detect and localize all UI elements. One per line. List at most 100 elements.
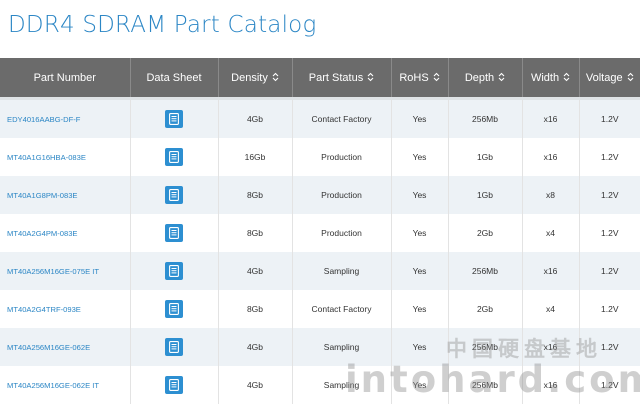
- column-header-label: RoHS: [399, 71, 429, 84]
- cell-density: 4Gb: [217, 328, 292, 366]
- page-title: DDR4 SDRAM Part Catalog: [8, 12, 317, 38]
- table-row: MT40A2G4PM-083E 8Gb Production Yes 2Gb x4 1.2V: [0, 214, 640, 252]
- cell-part-status: Production: [291, 138, 391, 176]
- datasheet-button[interactable]: [165, 338, 183, 356]
- part-number-link[interactable]: MT40A1G8PM-083E: [7, 191, 77, 200]
- cell-part-number: MT40A256M16GE-062E: [0, 328, 130, 366]
- cell-part-status: Production: [291, 214, 391, 252]
- cell-data-sheet: [129, 138, 218, 176]
- column-header-label: Depth: [464, 71, 495, 84]
- sort-updown-icon[interactable]: [498, 72, 505, 82]
- cell-part-number: MT40A1G8PM-083E: [0, 176, 130, 214]
- cell-voltage: 1.2V: [578, 97, 640, 138]
- column-header-label: Voltage: [585, 71, 623, 84]
- column-header-label: Data Sheet: [146, 71, 202, 84]
- cell-part-number: MT40A256M16GE-075E IT: [0, 252, 130, 290]
- sort-updown-icon[interactable]: [367, 72, 374, 82]
- part-number-link[interactable]: MT40A2G4PM-083E: [7, 229, 77, 238]
- cell-voltage: 1.2V: [578, 138, 640, 176]
- column-header-density[interactable]: Density: [217, 58, 292, 99]
- sort-updown-icon[interactable]: [433, 72, 440, 82]
- column-header-label: Width: [530, 71, 560, 84]
- part-number-link[interactable]: MT40A256M16GE-075E IT: [7, 267, 99, 276]
- cell-data-sheet: [129, 252, 218, 290]
- cell-density: 8Gb: [217, 176, 292, 214]
- document-icon: [169, 341, 179, 353]
- part-number-link[interactable]: MT40A256M16GE-062E IT: [7, 381, 99, 390]
- cell-part-status: Production: [291, 176, 391, 214]
- table-row: EDY4016AABG-DF-F 4Gb Contact Factory Yes 256…: [0, 97, 640, 138]
- table-row: MT40A1G8PM-083E 8Gb Production Yes 1Gb x8 1.2V: [0, 176, 640, 214]
- sort-updown-icon[interactable]: [272, 72, 279, 82]
- cell-depth: 256Mb: [447, 252, 522, 290]
- column-header-width[interactable]: Width: [521, 58, 579, 99]
- column-header-rohs[interactable]: RoHS: [390, 58, 448, 99]
- cell-depth: 2Gb: [447, 214, 522, 252]
- part-number-link[interactable]: MT40A2G4TRF-093E: [7, 305, 81, 314]
- cell-width: x16: [521, 138, 579, 176]
- cell-voltage: 1.2V: [578, 176, 640, 214]
- cell-data-sheet: [129, 290, 218, 328]
- table-row: MT40A256M16GE-075E IT 4Gb Sampling Yes 256Mb…: [0, 252, 640, 290]
- cell-data-sheet: [129, 366, 218, 404]
- cell-data-sheet: [129, 97, 218, 138]
- datasheet-button[interactable]: [165, 376, 183, 394]
- datasheet-button[interactable]: [165, 186, 183, 204]
- column-header-label: Density: [231, 71, 268, 84]
- cell-part-number: EDY4016AABG-DF-F: [0, 97, 130, 138]
- datasheet-button[interactable]: [165, 300, 183, 318]
- cell-part-status: Sampling: [291, 252, 391, 290]
- document-icon: [169, 227, 179, 239]
- document-icon: [169, 151, 179, 163]
- column-header-depth[interactable]: Depth: [447, 58, 522, 99]
- document-icon: [169, 303, 179, 315]
- column-header-voltage[interactable]: Voltage: [578, 58, 640, 99]
- cell-rohs: Yes: [390, 290, 448, 328]
- part-number-link[interactable]: EDY4016AABG-DF-F: [7, 115, 80, 124]
- cell-voltage: 1.2V: [578, 290, 640, 328]
- column-header-part-status[interactable]: Part Status: [291, 58, 391, 99]
- datasheet-button[interactable]: [165, 262, 183, 280]
- datasheet-button[interactable]: [165, 110, 183, 128]
- cell-density: 4Gb: [217, 252, 292, 290]
- cell-width: x16: [521, 97, 579, 138]
- document-icon: [169, 113, 179, 125]
- column-header-label: Part Number: [33, 71, 96, 84]
- cell-depth: 1Gb: [447, 176, 522, 214]
- cell-depth: 256Mb: [447, 97, 522, 138]
- cell-rohs: Yes: [390, 97, 448, 138]
- datasheet-button[interactable]: [165, 148, 183, 166]
- cell-rohs: Yes: [390, 176, 448, 214]
- document-icon: [169, 189, 179, 201]
- part-number-link[interactable]: MT40A256M16GE-062E: [7, 343, 90, 352]
- cell-part-number: MT40A256M16GE-062E IT: [0, 366, 130, 404]
- cell-voltage: 1.2V: [578, 214, 640, 252]
- column-header-data-sheet: Data Sheet: [129, 58, 218, 99]
- cell-density: 8Gb: [217, 290, 292, 328]
- part-number-link[interactable]: MT40A1G16HBA-083E: [7, 153, 86, 162]
- cell-depth: 1Gb: [447, 138, 522, 176]
- cell-density: 8Gb: [217, 214, 292, 252]
- cell-part-number: MT40A2G4PM-083E: [0, 214, 130, 252]
- sort-updown-icon[interactable]: [627, 72, 634, 82]
- column-header-label: Part Status: [308, 71, 364, 84]
- cell-density: 4Gb: [217, 97, 292, 138]
- cell-density: 16Gb: [217, 138, 292, 176]
- table-row: MT40A2G4TRF-093E 8Gb Contact Factory Yes 2Gb…: [0, 290, 640, 328]
- cell-data-sheet: [129, 328, 218, 366]
- column-header-part-number: Part Number: [0, 58, 130, 99]
- cell-depth: 2Gb: [447, 290, 522, 328]
- table-header-row: Part Number Data Sheet Density Part Status R…: [0, 58, 640, 99]
- cell-rohs: Yes: [390, 214, 448, 252]
- cell-width: x16: [521, 252, 579, 290]
- datasheet-button[interactable]: [165, 224, 183, 242]
- cell-part-status: Contact Factory: [291, 97, 391, 138]
- cell-part-number: MT40A2G4TRF-093E: [0, 290, 130, 328]
- cell-part-status: Contact Factory: [291, 290, 391, 328]
- cell-data-sheet: [129, 176, 218, 214]
- sort-updown-icon[interactable]: [563, 72, 570, 82]
- cell-voltage: 1.2V: [578, 252, 640, 290]
- cell-density: 4Gb: [217, 366, 292, 404]
- document-icon: [169, 265, 179, 277]
- table-row: MT40A1G16HBA-083E 16Gb Production Yes 1Gb x16…: [0, 138, 640, 176]
